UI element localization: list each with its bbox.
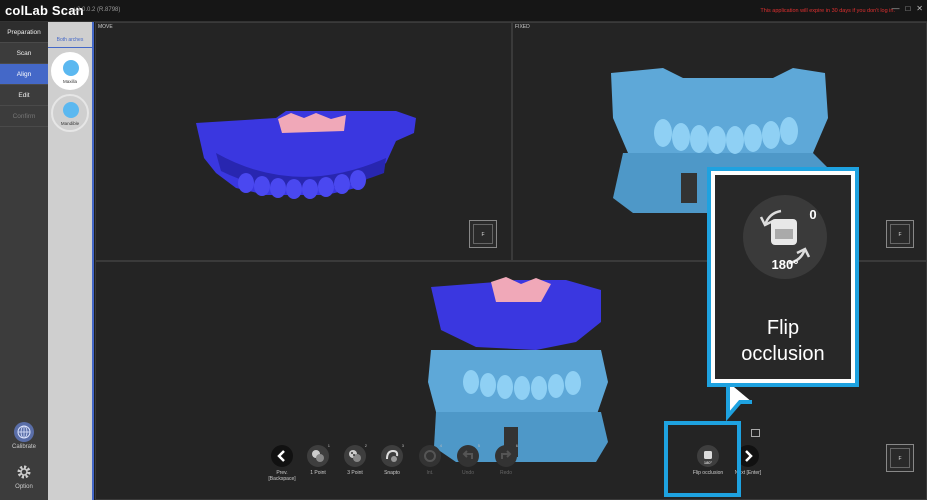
prev-label: Prev. [Backspace] bbox=[268, 470, 296, 482]
callout-pointer bbox=[726, 382, 752, 422]
arch-selection-panel: Both arches Maxilla Mandible bbox=[48, 22, 94, 500]
maximize-icon[interactable]: □ bbox=[905, 4, 910, 13]
calibrate-button[interactable]: Calibrate bbox=[0, 422, 48, 450]
screenshot-icon[interactable] bbox=[751, 429, 760, 437]
sidebar-item-confirm: Confirm bbox=[0, 106, 48, 127]
workflow-sidebar: Preparation Scan Align Edit Confirm Cali… bbox=[0, 22, 48, 500]
callout-title: Flip occlusion bbox=[741, 317, 825, 365]
option-label: Option bbox=[15, 484, 33, 490]
fit-view-button-fixed[interactable]: F bbox=[886, 220, 914, 248]
maxilla-icon bbox=[63, 60, 79, 76]
calibrate-label: Calibrate bbox=[11, 444, 36, 450]
undo-button: 5 Undo bbox=[450, 443, 486, 476]
title-bar: colLab Scan v2.0.0.2 (R.8798) This appli… bbox=[0, 0, 927, 22]
flip-occlusion-highlight bbox=[664, 421, 741, 497]
sidebar-item-scan[interactable]: Scan bbox=[0, 43, 48, 64]
mandible-label: Mandible bbox=[60, 121, 80, 126]
maxilla-label: Maxilla bbox=[62, 79, 77, 84]
redo-label: Redo bbox=[500, 470, 512, 476]
flip-occlusion-large-icon: 0 180° bbox=[743, 195, 827, 279]
three-point-icon: 2 bbox=[344, 443, 367, 467]
prev-button[interactable]: Prev. [Backspace] bbox=[264, 445, 300, 482]
expiry-warning: This application will expire in 30 days … bbox=[760, 8, 895, 14]
init-icon: 4 bbox=[419, 443, 442, 467]
snapto-button[interactable]: 3 Snapto bbox=[374, 443, 410, 476]
calibrate-icon bbox=[14, 422, 34, 442]
maxilla-button[interactable]: Maxilla bbox=[51, 52, 89, 90]
init-label: Int. bbox=[426, 470, 434, 476]
three-point-button[interactable]: 2 3 Point bbox=[337, 443, 373, 476]
fit-view-button-move[interactable]: F bbox=[469, 220, 497, 248]
svg-text:0: 0 bbox=[809, 207, 816, 222]
sidebar-item-preparation[interactable]: Preparation bbox=[0, 22, 48, 43]
option-button[interactable]: Option bbox=[0, 462, 48, 490]
redo-icon: 6 bbox=[495, 443, 518, 467]
sidebar-item-edit[interactable]: Edit bbox=[0, 85, 48, 106]
init-button: 4 Int. bbox=[412, 443, 448, 476]
minimize-icon[interactable]: — bbox=[891, 4, 899, 13]
move-viewport[interactable]: MOVE F bbox=[95, 22, 512, 261]
flip-occlusion-callout: 0 180° Flip occlusion bbox=[707, 167, 859, 387]
app-version: v2.0.0.2 (R.8798) bbox=[74, 7, 121, 13]
mandible-button[interactable]: Mandible bbox=[51, 94, 89, 132]
callout-body: 0 180° Flip occlusion bbox=[715, 175, 851, 379]
snapto-icon: 3 bbox=[381, 443, 404, 467]
redo-button: 6 Redo bbox=[488, 443, 524, 476]
fit-view-button-combined[interactable]: F bbox=[886, 444, 914, 472]
move-model-render bbox=[196, 111, 416, 199]
close-icon[interactable]: ✕ bbox=[916, 4, 923, 13]
undo-label: Undo bbox=[462, 470, 474, 476]
tab-both-arches[interactable]: Both arches bbox=[48, 22, 92, 48]
one-point-label: 1 Point bbox=[310, 470, 326, 476]
mandible-icon bbox=[63, 102, 79, 118]
sidebar-item-align[interactable]: Align bbox=[0, 64, 48, 85]
gear-icon bbox=[14, 462, 34, 482]
app-logo: colLab Scan bbox=[5, 3, 84, 18]
undo-icon: 5 bbox=[457, 443, 480, 467]
one-point-icon: 1 bbox=[307, 443, 330, 467]
one-point-button[interactable]: 1 1 Point bbox=[300, 443, 336, 476]
chevron-left-icon bbox=[271, 445, 293, 467]
snapto-label: Snapto bbox=[384, 470, 400, 476]
three-point-label: 3 Point bbox=[347, 470, 363, 476]
window-controls: — □ ✕ bbox=[891, 4, 923, 13]
svg-text:180°: 180° bbox=[772, 257, 799, 272]
